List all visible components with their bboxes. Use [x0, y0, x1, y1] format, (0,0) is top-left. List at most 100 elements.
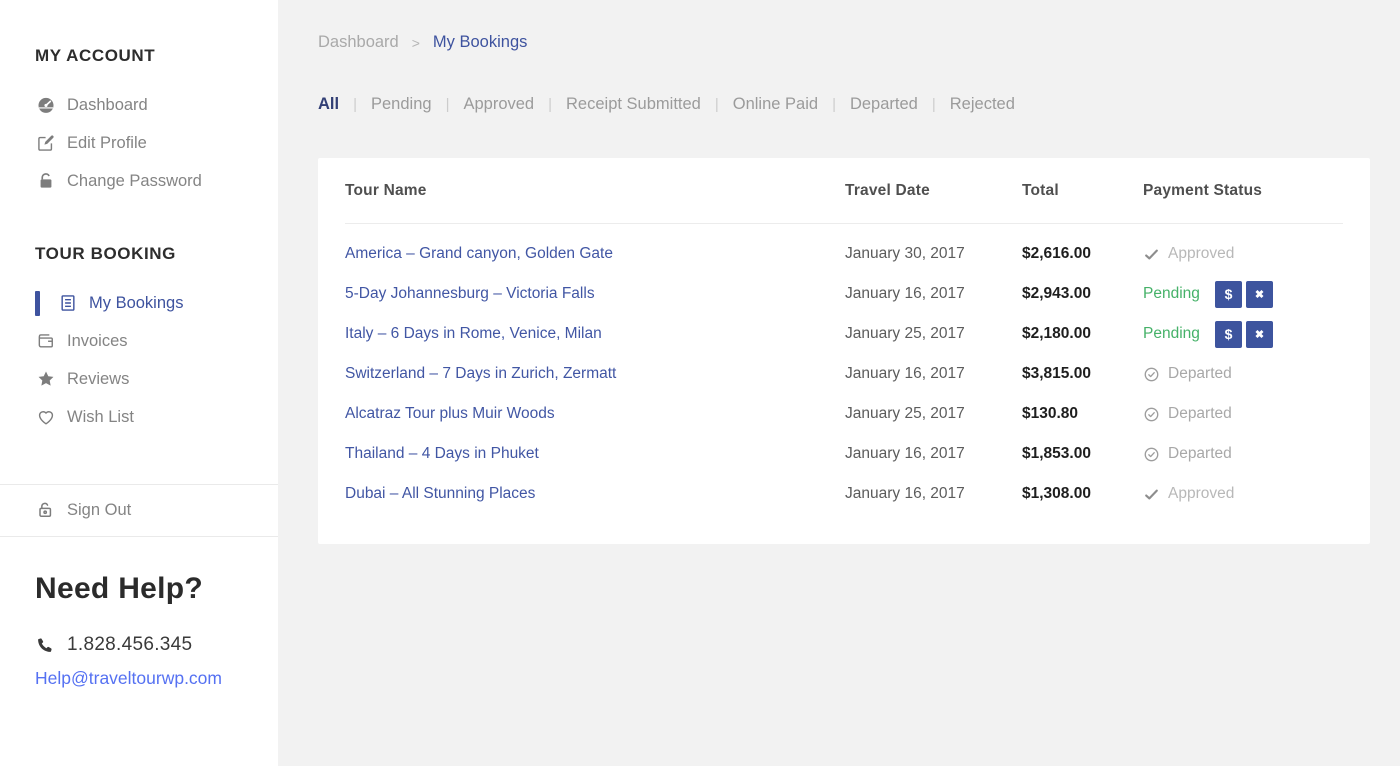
phone-icon [35, 636, 54, 655]
total-amount: $1,853.00 [1022, 445, 1091, 462]
table-row: Dubai – All Stunning Places January 16, 2… [345, 474, 1343, 514]
table-body: America – Grand canyon, Golden Gate Janua… [345, 224, 1343, 514]
payment-status: Pending $ ✖ [1143, 280, 1343, 308]
travel-date: January 25, 2017 [845, 325, 965, 342]
tour-name-link[interactable]: Italy – 6 Days in Rome, Venice, Milan [345, 325, 845, 343]
breadcrumb-dashboard[interactable]: Dashboard [318, 33, 399, 52]
payment-status: Departed [1143, 445, 1343, 463]
breadcrumb-separator-icon: > [411, 34, 420, 51]
tab-separator: | [548, 96, 553, 113]
circle-check-icon [1143, 446, 1160, 463]
total-amount: $1,308.00 [1022, 485, 1091, 502]
column-header-tour-name: Tour Name [345, 181, 427, 199]
bookings-icon [57, 293, 78, 314]
travel-date: January 16, 2017 [845, 285, 965, 302]
unlock-icon [35, 500, 56, 521]
breadcrumb: Dashboard > My Bookings [318, 33, 1400, 52]
tab-all[interactable]: All [318, 95, 339, 114]
tab-separator: | [353, 96, 357, 113]
status-label: Pending [1143, 285, 1200, 302]
sidebar-item-edit-profile[interactable]: Edit Profile [0, 124, 278, 162]
sidebar-item-wish-list[interactable]: Wish List [0, 398, 278, 436]
table-row: Thailand – 4 Days in Phuket January 16, 2… [345, 434, 1343, 474]
help-section: Need Help? 1.828.456.345 Help@traveltour… [35, 572, 222, 689]
check-icon [1143, 246, 1160, 263]
sidebar-item-label: Wish List [67, 407, 134, 426]
sign-out-button[interactable]: Sign Out [0, 484, 278, 537]
sidebar-section-my-account: MY ACCOUNT Dashboard Edit Profile Change Pa… [0, 46, 278, 200]
status-label: Pending [1143, 325, 1200, 342]
sidebar-item-change-password[interactable]: Change Password [0, 162, 278, 200]
status-label: Departed [1168, 405, 1232, 422]
tab-separator: | [931, 96, 936, 113]
table-row: 5-Day Johannesburg – Victoria Falls Janua… [345, 274, 1343, 314]
sidebar-section-title: TOUR BOOKING [35, 244, 177, 263]
sidebar-section-title: MY ACCOUNT [35, 46, 156, 65]
travel-date: January 16, 2017 [845, 485, 965, 502]
sidebar-item-invoices[interactable]: Invoices [0, 322, 278, 360]
sidebar-item-label: Invoices [67, 331, 128, 350]
active-indicator [35, 290, 40, 316]
help-email-link[interactable]: Help@traveltourwp.com [35, 668, 222, 689]
tour-name-link[interactable]: America – Grand canyon, Golden Gate [345, 245, 845, 263]
sidebar-item-dashboard[interactable]: Dashboard [0, 86, 278, 124]
help-phone-row: 1.828.456.345 [35, 634, 222, 656]
table-header-row: Tour Name Travel Date Total Payment Status [345, 158, 1343, 224]
filter-tabs: All | Pending | Approved | Receipt Submitted | O… [318, 95, 1400, 114]
breadcrumb-current: My Bookings [432, 33, 528, 51]
dashboard-icon [35, 95, 56, 116]
status-label: Departed [1168, 365, 1232, 382]
payment-status: Pending $ ✖ [1143, 320, 1343, 348]
cancel-button[interactable]: ✖ [1246, 320, 1273, 348]
tour-name-link[interactable]: 5-Day Johannesburg – Victoria Falls [345, 285, 845, 303]
status-label: Approved [1168, 485, 1235, 502]
travel-date: January 16, 2017 [845, 445, 965, 462]
sidebar-item-my-bookings[interactable]: My Bookings [0, 284, 278, 322]
tab-rejected[interactable]: Rejected [950, 95, 1015, 114]
table-row: America – Grand canyon, Golden Gate Janua… [345, 234, 1343, 274]
total-amount: $3,815.00 [1022, 365, 1091, 382]
travel-date: January 30, 2017 [845, 245, 965, 262]
travel-date: January 25, 2017 [845, 405, 965, 422]
sidebar-item-reviews[interactable]: Reviews [0, 360, 278, 398]
tab-receipt-submitted[interactable]: Receipt Submitted [566, 95, 701, 114]
tour-name-link[interactable]: Switzerland – 7 Days in Zurich, Zermatt [345, 365, 845, 383]
total-amount: $130.80 [1022, 405, 1079, 422]
table-row: Italy – 6 Days in Rome, Venice, Milan Jan… [345, 314, 1343, 354]
sidebar-item-label: My Bookings [89, 293, 184, 312]
pay-button[interactable]: $ [1215, 280, 1242, 308]
circle-check-icon [1143, 406, 1160, 423]
tour-name-link[interactable]: Alcatraz Tour plus Muir Woods [345, 405, 845, 423]
tab-pending[interactable]: Pending [371, 95, 432, 114]
wallet-icon [35, 331, 56, 352]
main-content: Dashboard > My Bookings All | Pending | Appr… [278, 0, 1400, 544]
total-amount: $2,180.00 [1022, 325, 1091, 342]
tab-approved[interactable]: Approved [463, 95, 534, 114]
cancel-button[interactable]: ✖ [1246, 280, 1273, 308]
bookings-table-card: Tour Name Travel Date Total Payment Status … [318, 158, 1370, 544]
tab-separator: | [714, 96, 719, 113]
column-header-travel-date: Travel Date [845, 181, 930, 199]
star-icon [35, 369, 56, 390]
total-amount: $2,616.00 [1022, 245, 1091, 262]
sidebar: MY ACCOUNT Dashboard Edit Profile Change Pa… [0, 0, 278, 766]
table-row: Switzerland – 7 Days in Zurich, Zermatt J… [345, 354, 1343, 394]
tab-online-paid[interactable]: Online Paid [733, 95, 818, 114]
column-header-payment-status: Payment Status [1143, 181, 1263, 199]
sidebar-item-label: Reviews [67, 369, 130, 388]
lock-icon [35, 171, 56, 192]
help-phone-number: 1.828.456.345 [67, 634, 193, 655]
sidebar-item-label: Edit Profile [67, 133, 147, 152]
tab-departed[interactable]: Departed [850, 95, 918, 114]
payment-status: Departed [1143, 365, 1343, 383]
heart-icon [35, 407, 56, 428]
status-label: Departed [1168, 445, 1232, 462]
pay-button[interactable]: $ [1215, 320, 1242, 348]
tab-separator: | [445, 96, 450, 113]
sign-out-label: Sign Out [67, 501, 132, 519]
status-label: Approved [1168, 245, 1235, 262]
help-title: Need Help? [35, 572, 204, 605]
sidebar-item-label: Dashboard [67, 95, 148, 114]
tour-name-link[interactable]: Dubai – All Stunning Places [345, 485, 845, 503]
tour-name-link[interactable]: Thailand – 4 Days in Phuket [345, 445, 845, 463]
